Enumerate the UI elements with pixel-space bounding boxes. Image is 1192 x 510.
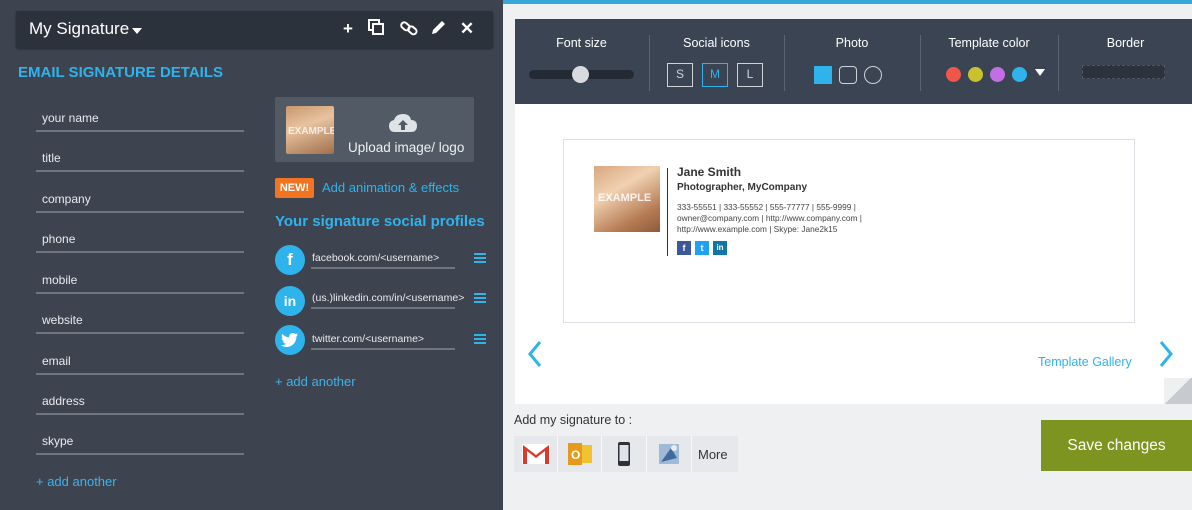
duplicate-icon[interactable] [366, 19, 386, 39]
previous-template-arrow[interactable] [527, 340, 543, 372]
design-toolbar: Font size Social icons S M L Photo Templ… [515, 19, 1192, 104]
linkedin-icon[interactable]: in [713, 241, 727, 255]
website-field[interactable]: website [36, 310, 244, 334]
template-color-group: Template color [921, 19, 1057, 104]
mobile-button[interactable] [602, 436, 647, 472]
svg-text:O: O [571, 448, 580, 462]
gmail-button[interactable] [514, 436, 558, 472]
rounded-photo-icon[interactable] [839, 66, 857, 84]
left-panel: My Signature + ✕ EMAIL SIGNATURE DETAILS… [0, 0, 503, 510]
size-l-button[interactable]: L [737, 63, 763, 87]
twitter-icon [275, 325, 305, 355]
gmail-icon [521, 444, 550, 464]
upload-logo-button[interactable]: EXAMPLE Upload image/ logo [275, 97, 474, 162]
apple-mail-icon [659, 444, 679, 464]
company-field[interactable]: company [36, 189, 244, 213]
name-field[interactable]: your name [36, 108, 244, 132]
signature-phones: 333-55551 | 333-55552 | 555-77777 | 555-… [677, 202, 856, 212]
title-field[interactable]: title [36, 148, 244, 172]
drag-handle-icon[interactable] [474, 293, 486, 303]
social-icons-label: Social icons [683, 36, 750, 50]
signature-job-title: Photographer, MyCompany [677, 182, 808, 193]
template-color-label: Template color [948, 36, 1030, 50]
signature-name: Jane Smith [677, 165, 742, 179]
twitter-icon[interactable]: t [695, 241, 709, 255]
link-icon[interactable] [399, 19, 419, 39]
signature-preview-card: EXAMPLE Jane Smith Photographer, MyCompa… [563, 139, 1135, 323]
border-label: Border [1106, 36, 1145, 50]
outlook-icon: O [567, 443, 592, 465]
signature-divider [667, 168, 668, 256]
border-style-selector[interactable] [1082, 65, 1165, 79]
right-panel: Font size Social icons S M L Photo Templ… [503, 0, 1192, 510]
email-clients-bar: O More [514, 436, 738, 472]
new-badge: NEW! [275, 178, 314, 198]
add-signature-to-label: Add my signature to : [514, 413, 633, 427]
signature-photo: EXAMPLE [594, 166, 660, 232]
photo-group: Photo [785, 19, 919, 104]
linkedin-input[interactable]: (us.)linkedin.com/in/<username> [311, 289, 464, 309]
chevron-down-icon[interactable] [132, 28, 142, 34]
drag-handle-icon[interactable] [474, 253, 486, 263]
color-olive-swatch[interactable] [968, 67, 983, 82]
social-icons-group: Social icons S M L [650, 19, 783, 104]
drag-handle-icon[interactable] [474, 334, 486, 344]
signature-web-skype: http://www.example.com | Skype: Jane2k15 [677, 224, 838, 234]
logo-thumbnail: EXAMPLE [286, 106, 334, 154]
signature-selector-bar: My Signature + ✕ [16, 11, 493, 48]
next-template-arrow[interactable] [1158, 340, 1174, 372]
skype-field[interactable]: skype [36, 431, 244, 455]
top-accent-line [503, 0, 1192, 4]
add-social-link[interactable]: + add another [275, 374, 356, 389]
upload-label: Upload image/ logo [348, 140, 465, 155]
cloud-upload-icon [389, 114, 417, 132]
signature-title[interactable]: My Signature [29, 19, 129, 39]
apple-mail-button[interactable] [647, 436, 692, 472]
more-clients-button[interactable]: More [692, 436, 738, 472]
color-purple-swatch[interactable] [990, 67, 1005, 82]
font-size-slider-knob[interactable] [572, 66, 589, 83]
linkedin-icon: in [275, 286, 305, 316]
twitter-input[interactable]: twitter.com/<username> [311, 330, 455, 350]
plus-icon[interactable]: + [338, 19, 358, 39]
phone-icon [618, 442, 630, 466]
color-blue-swatch[interactable] [1012, 67, 1027, 82]
outlook-button[interactable]: O [558, 436, 602, 472]
address-field[interactable]: address [36, 391, 244, 415]
mobile-field[interactable]: mobile [36, 270, 244, 294]
square-photo-icon[interactable] [814, 66, 832, 84]
page-fold [1164, 378, 1192, 404]
facebook-icon: f [275, 245, 305, 275]
facebook-icon[interactable]: f [677, 241, 691, 255]
border-group: Border [1059, 19, 1192, 104]
font-size-label: Font size [556, 36, 607, 50]
close-icon[interactable]: ✕ [457, 19, 477, 39]
photo-label: Photo [835, 36, 869, 50]
phone-field[interactable]: phone [36, 229, 244, 253]
chevron-down-icon[interactable] [1035, 69, 1045, 76]
email-field[interactable]: email [36, 351, 244, 375]
add-field-link[interactable]: + add another [36, 474, 117, 489]
circle-photo-icon[interactable] [864, 66, 882, 84]
color-red-swatch[interactable] [946, 67, 961, 82]
social-profiles-title: Your signature social profiles [275, 213, 485, 230]
add-animation-link[interactable]: Add animation & effects [322, 180, 459, 195]
font-size-group: Font size [515, 19, 648, 104]
section-title: EMAIL SIGNATURE DETAILS [18, 64, 224, 81]
pencil-icon[interactable] [428, 19, 448, 39]
template-gallery-link[interactable]: Template Gallery [1038, 355, 1132, 369]
size-s-button[interactable]: S [667, 63, 693, 87]
save-changes-button[interactable]: Save changes [1041, 420, 1192, 471]
size-m-button[interactable]: M [702, 63, 728, 87]
more-label: More [698, 447, 728, 462]
signature-email-web: owner@company.com | http://www.company.c… [677, 213, 862, 223]
facebook-input[interactable]: facebook.com/<username> [311, 249, 455, 269]
